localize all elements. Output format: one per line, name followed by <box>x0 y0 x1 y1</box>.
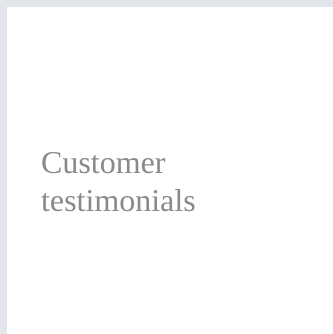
testimonials-card: Customer testimonials <box>7 7 333 334</box>
card-title: Customer testimonials <box>41 144 196 218</box>
